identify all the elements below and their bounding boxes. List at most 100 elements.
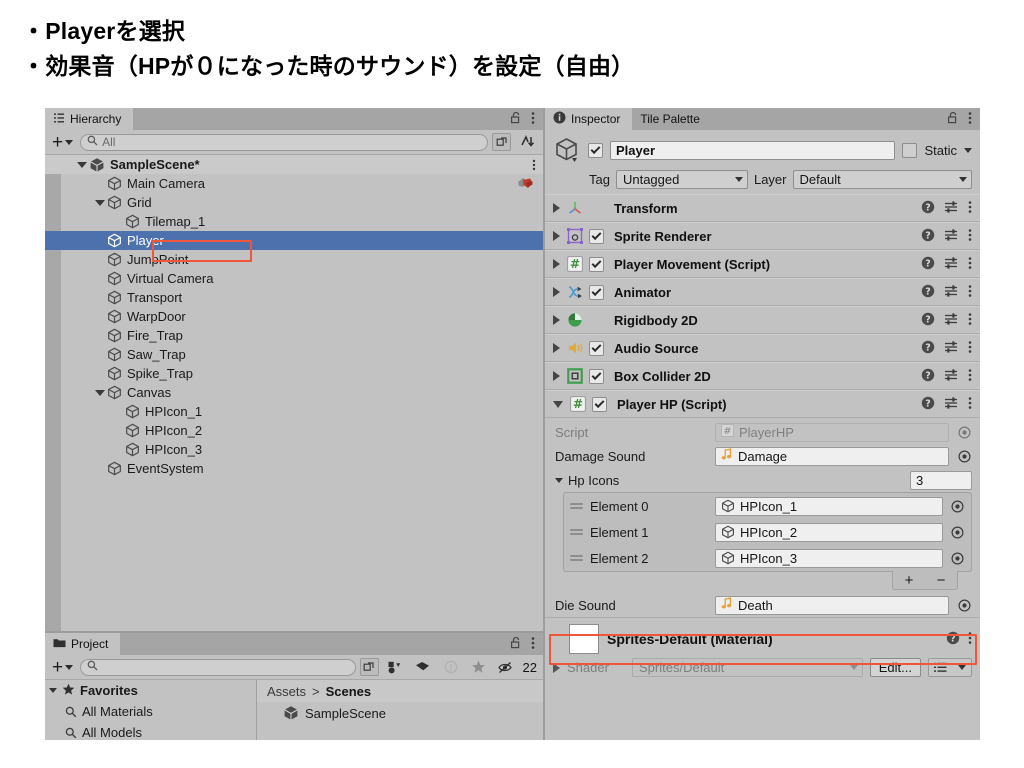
component-menu-icon[interactable] [968, 228, 972, 245]
project-favorites-root[interactable]: Favorites [45, 680, 256, 701]
component-row-transform[interactable]: Transform? [545, 194, 980, 222]
shader-dropdown[interactable]: Sprites/Default [632, 658, 863, 677]
help-icon[interactable]: ? [921, 312, 935, 329]
search-scope-button[interactable] [359, 658, 379, 676]
hierarchy-search-input[interactable]: All [80, 133, 488, 151]
tab-project[interactable]: Project [45, 633, 121, 655]
component-row-sprite-renderer[interactable]: Sprite Renderer? [545, 222, 980, 250]
component-enabled-checkbox[interactable] [589, 340, 604, 356]
hierarchy-item-hpicon-3[interactable]: HPIcon_3 [45, 440, 543, 459]
component-row-player-movement-script[interactable]: # Player Movement (Script)? [545, 250, 980, 278]
chevron-right-icon[interactable] [553, 315, 560, 325]
layer-dropdown[interactable]: Default [792, 170, 972, 189]
chevron-down-icon[interactable] [95, 389, 105, 396]
project-tree-pane[interactable]: Favorites All Materials All Models [45, 680, 257, 740]
material-expand-chevron-icon[interactable] [553, 662, 560, 673]
create-object-button[interactable]: + [49, 133, 76, 152]
tab-tile-palette[interactable]: Tile Palette [632, 108, 712, 130]
help-icon[interactable]: ? [921, 396, 935, 413]
component-enabled-checkbox[interactable] [589, 368, 604, 384]
hierarchy-item-eventsystem[interactable]: EventSystem [45, 459, 543, 478]
help-icon[interactable]: ? [921, 256, 935, 273]
drag-handle-icon[interactable] [570, 555, 583, 561]
help-icon[interactable]: ? [921, 284, 935, 301]
project-menu-icon[interactable] [531, 636, 535, 653]
element-object-field[interactable]: HPIcon_2 [715, 522, 943, 542]
component-menu-icon[interactable] [968, 368, 972, 385]
filter-by-label-button[interactable] [411, 656, 435, 678]
hp-icons-size-field[interactable]: 3 [910, 470, 972, 490]
drag-handle-icon[interactable] [570, 529, 583, 535]
project-search-input[interactable] [80, 658, 356, 676]
help-icon[interactable]: ? [921, 368, 935, 385]
array-add-button[interactable]: + [905, 573, 914, 588]
die-sound-picker-icon[interactable] [957, 598, 972, 612]
favorite-filter-icon[interactable] [467, 656, 491, 678]
hp-icons-element-row[interactable]: Element 2 HPIcon_3 [564, 545, 971, 571]
chevron-down-icon[interactable] [77, 161, 87, 168]
component-menu-icon[interactable] [968, 284, 972, 301]
hierarchy-item-player[interactable]: Player [45, 231, 543, 250]
hierarchy-item-hpicon-2[interactable]: HPIcon_2 [45, 421, 543, 440]
hierarchy-item-fire-trap[interactable]: Fire_Trap [45, 326, 543, 345]
element-picker-icon[interactable] [950, 551, 965, 565]
warning-filter-icon[interactable] [439, 656, 463, 678]
project-asset-item[interactable]: SampleScene [257, 702, 543, 724]
component-menu-icon[interactable] [968, 256, 972, 273]
lock-icon[interactable] [947, 111, 959, 127]
chevron-down-icon[interactable] [95, 199, 105, 206]
preset-icon[interactable] [944, 284, 959, 301]
component-row-audio-source[interactable]: Audio Source? [545, 334, 980, 362]
filter-by-type-button[interactable] [383, 656, 407, 678]
chevron-right-icon[interactable] [553, 259, 560, 269]
help-icon[interactable]: ? [921, 340, 935, 357]
hierarchy-item-main-camera[interactable]: Main Camera [45, 174, 543, 193]
hierarchy-item-tilemap-1[interactable]: Tilemap_1 [45, 212, 543, 231]
hierarchy-item-virtual-camera[interactable]: Virtual Camera [45, 269, 543, 288]
help-icon[interactable]: ? [921, 200, 935, 217]
damage-sound-picker-icon[interactable] [957, 449, 972, 463]
sort-alphabetically-button[interactable] [515, 131, 539, 153]
hierarchy-item-hpicon-1[interactable]: HPIcon_1 [45, 402, 543, 421]
die-sound-object-field[interactable]: Death [715, 595, 949, 615]
element-object-field[interactable]: HPIcon_1 [715, 496, 943, 516]
drag-handle-icon[interactable] [570, 503, 583, 509]
component-row-player-hp-script[interactable]: # Player HP (Script)? [545, 390, 980, 418]
hierarchy-item-transport[interactable]: Transport [45, 288, 543, 307]
gameobject-enabled-checkbox[interactable] [588, 142, 603, 158]
static-dropdown-chevron-icon[interactable] [964, 147, 972, 153]
search-scope-button[interactable] [492, 133, 511, 151]
hierarchy-item-grid[interactable]: Grid [45, 193, 543, 212]
hierarchy-item-warpdoor[interactable]: WarpDoor [45, 307, 543, 326]
hp-icons-array-header[interactable]: Hp Icons 3 [555, 468, 972, 492]
chevron-right-icon[interactable] [553, 287, 560, 297]
preset-icon[interactable] [944, 340, 959, 357]
project-favorite-item[interactable]: All Models [45, 722, 256, 740]
preset-icon[interactable] [944, 256, 959, 273]
hp-icons-element-row[interactable]: Element 1 HPIcon_2 [564, 519, 971, 545]
breadcrumb-current[interactable]: Scenes [326, 684, 372, 699]
component-row-animator[interactable]: Animator? [545, 278, 980, 306]
lock-icon[interactable] [510, 111, 522, 127]
component-enabled-checkbox[interactable] [589, 256, 604, 272]
component-row-rigidbody-2d[interactable]: Rigidbody 2D? [545, 306, 980, 334]
hierarchy-item-jumppoint[interactable]: JumpPoint [45, 250, 543, 269]
preset-icon[interactable] [944, 368, 959, 385]
preset-icon[interactable] [944, 200, 959, 217]
lock-icon[interactable] [510, 636, 522, 652]
element-picker-icon[interactable] [950, 499, 965, 513]
hierarchy-tree[interactable]: SampleScene* Main Camera Grid Tilemap_1 Play… [45, 155, 543, 631]
chevron-right-icon[interactable] [553, 371, 560, 381]
damage-sound-object-field[interactable]: Damage [715, 446, 949, 466]
hidden-assets-icon[interactable] [495, 656, 519, 678]
component-row-box-collider-2d[interactable]: Box Collider 2D? [545, 362, 980, 390]
preset-icon[interactable] [944, 396, 959, 413]
chevron-right-icon[interactable] [553, 343, 560, 353]
element-object-field[interactable]: HPIcon_3 [715, 548, 943, 568]
hierarchy-item-samplescene[interactable]: SampleScene* [45, 155, 543, 174]
component-enabled-checkbox[interactable] [592, 396, 607, 412]
component-enabled-checkbox[interactable] [589, 284, 604, 300]
project-favorite-item[interactable]: All Materials [45, 701, 256, 722]
inspector-menu-icon[interactable] [968, 111, 972, 128]
component-menu-icon[interactable] [968, 200, 972, 217]
